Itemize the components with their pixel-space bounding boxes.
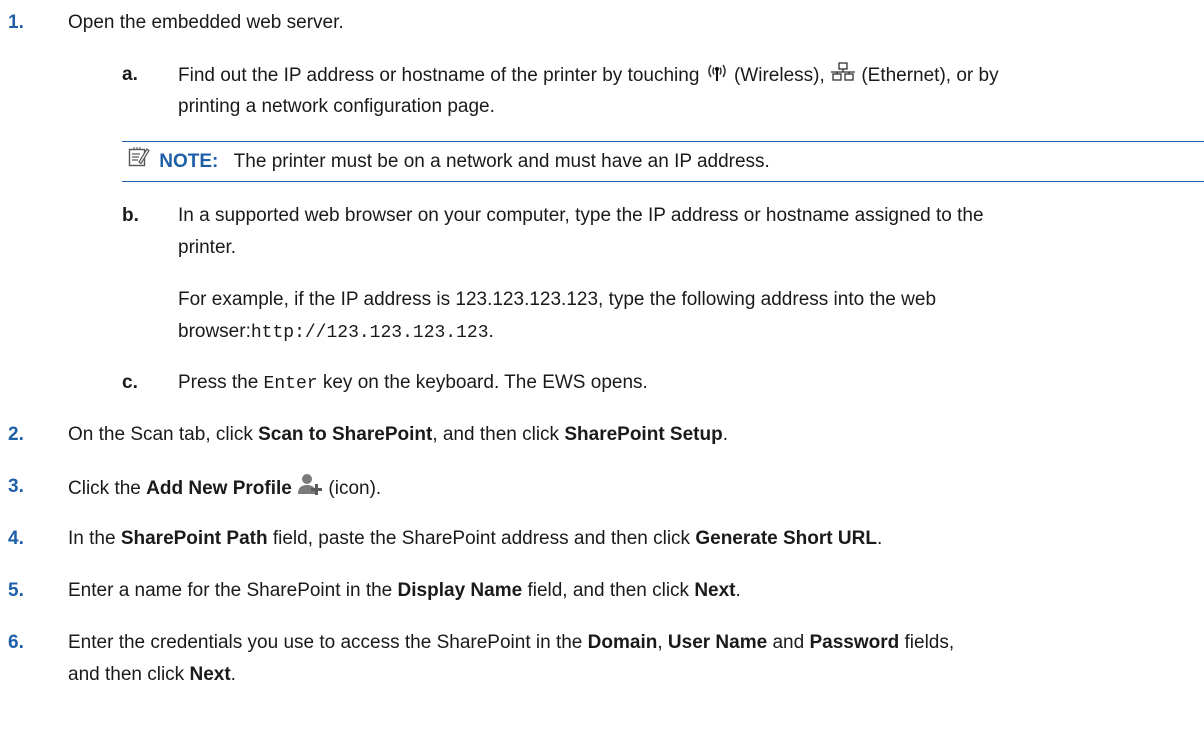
step-number: 5. bbox=[8, 580, 24, 601]
ui-term: Add New Profile bbox=[146, 478, 292, 500]
step-text: Open the embedded web server. bbox=[68, 12, 344, 33]
ui-term: Generate Short URL bbox=[695, 528, 877, 549]
note-icon bbox=[128, 146, 150, 178]
step-text: Click the Add New Profile (icon). bbox=[68, 472, 381, 506]
note-rule-top bbox=[122, 141, 1204, 142]
substep-text-line2: printing a network configuration page. bbox=[178, 96, 495, 117]
step-text: Enter the credentials you use to access … bbox=[68, 632, 955, 653]
substep-text-line2: printer. bbox=[178, 237, 237, 258]
ui-term: Password bbox=[809, 632, 900, 653]
example-text: For example, if the IP address is 123.12… bbox=[178, 289, 937, 310]
substep-text: In a supported web browser on your compu… bbox=[178, 205, 984, 226]
ui-term: Display Name bbox=[397, 580, 523, 601]
ui-term: Domain bbox=[587, 632, 658, 653]
step-text-line2: and then click Next. bbox=[68, 664, 236, 685]
step-text: On the Scan tab, click Scan to SharePoin… bbox=[68, 424, 728, 445]
substep-letter: b. bbox=[122, 205, 139, 226]
note: NOTE: The printer must be on a network a… bbox=[128, 146, 770, 178]
ui-term: Next bbox=[189, 664, 231, 685]
substep-text: Find out the IP address or hostname of t… bbox=[178, 60, 999, 92]
step-text: Enter a name for the SharePoint in the D… bbox=[68, 580, 741, 601]
ui-term: SharePoint Setup bbox=[564, 424, 723, 445]
step-number: 2. bbox=[8, 424, 24, 445]
step-number: 3. bbox=[8, 476, 24, 497]
enter-key-code: Enter bbox=[263, 374, 318, 394]
substep-text: Press the Enter key on the keyboard. The… bbox=[178, 372, 648, 394]
ui-term: User Name bbox=[667, 632, 768, 653]
step-number: 4. bbox=[8, 528, 24, 549]
add-profile-icon bbox=[297, 472, 323, 506]
step-number: 6. bbox=[8, 632, 24, 653]
step-number: 1. bbox=[8, 12, 24, 33]
ui-term: Next bbox=[694, 580, 736, 601]
ethernet-icon bbox=[830, 60, 856, 92]
substep-letter: a. bbox=[122, 64, 138, 85]
ui-term: Scan to SharePoint bbox=[258, 424, 433, 445]
document-page: { "steps": [ { "num": "1.", "text": "Ope… bbox=[0, 0, 1204, 753]
note-rule-bottom bbox=[122, 181, 1204, 182]
wireless-icon bbox=[705, 60, 729, 92]
note-text: The printer must be on a network and mus… bbox=[233, 151, 770, 173]
note-label: NOTE: bbox=[159, 151, 219, 173]
ui-term: SharePoint Path bbox=[120, 528, 268, 549]
step-text: In the SharePoint Path field, paste the … bbox=[68, 528, 883, 549]
substep-letter: c. bbox=[122, 372, 138, 393]
example-url: http://123.123.123.123 bbox=[250, 323, 489, 343]
example-text-line2: browser:http://123.123.123.123. bbox=[178, 321, 494, 343]
